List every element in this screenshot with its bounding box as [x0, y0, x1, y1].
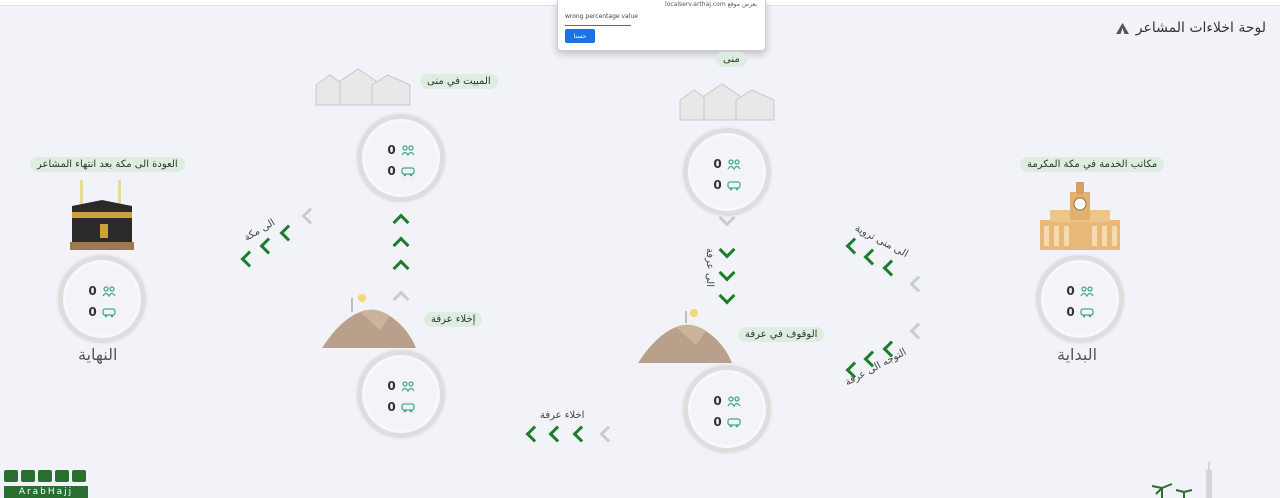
arrow-chevron-3	[882, 259, 900, 277]
mina-counter: 0 0	[683, 128, 771, 216]
arrow-chevron-10	[572, 425, 590, 443]
social-links	[4, 470, 86, 482]
route-arafat-evacuation-label: اخلاء عرفة	[540, 410, 585, 421]
dialog-input[interactable]	[565, 21, 631, 26]
tents-illustration	[679, 83, 775, 121]
start-title: البداية	[1057, 345, 1098, 364]
group-of-people-icon	[401, 380, 415, 392]
kaaba-illustration	[70, 180, 134, 250]
arrow-chevron-faded	[301, 207, 319, 225]
bus-icon	[1080, 307, 1094, 317]
palm-skyline-illustration	[1151, 462, 1212, 498]
route-to-makkah-label: الى مكة	[242, 217, 278, 244]
arrow-chevron-15	[392, 259, 410, 277]
bus-icon	[401, 166, 415, 176]
start-buses-count: 0	[1066, 305, 1075, 319]
arrow-chevron-13	[392, 213, 410, 231]
arafat-evac-label: إخلاء عرفة	[424, 312, 483, 327]
arrow-chevron-9	[718, 287, 736, 305]
group-of-people-icon	[1080, 285, 1094, 297]
end-counter: 0 0	[58, 255, 146, 343]
end-label: العودة الى مكة بعد انتهاء المشاعر	[30, 157, 185, 172]
bus-icon	[102, 307, 116, 317]
group-of-people-icon	[401, 144, 415, 156]
arrow-chevron-14	[392, 236, 410, 254]
start-label: مكاتب الخدمة في مكة المكرمة	[1020, 157, 1165, 172]
end-pilgrims-count: 0	[88, 284, 97, 298]
start-counter: 0 0	[1036, 255, 1124, 343]
start-pilgrims-count: 0	[1066, 284, 1075, 298]
arrow-chevron-16	[279, 224, 297, 242]
arafat-evac-pilgrims-count: 0	[387, 379, 396, 393]
mount-arafat-illustration	[638, 309, 732, 363]
tent-icon	[1115, 22, 1129, 34]
arrow-chevron-8	[718, 264, 736, 282]
arrow-chevron-7	[718, 241, 736, 259]
tents-illustration	[315, 68, 411, 106]
arrow-chevron-faded	[599, 425, 617, 443]
twitter-icon[interactable]	[4, 470, 18, 482]
mina-stay-label: المبيت في منى	[420, 74, 498, 89]
youtube-icon[interactable]	[72, 470, 86, 482]
dialog-origin: يعرض موقع localserv.arthaj.com	[665, 1, 757, 8]
arrow-chevron-faded	[909, 322, 927, 340]
mina-stay-pilgrims-count: 0	[387, 143, 396, 157]
end-title: النهاية	[78, 345, 118, 364]
facebook-icon[interactable]	[21, 470, 35, 482]
arrow-chevron-12	[525, 425, 543, 443]
arrow-chevron-faded	[909, 275, 927, 293]
mina-pilgrims-count: 0	[713, 157, 722, 171]
ok-button[interactable]: حسنا	[565, 29, 595, 43]
mina-label: منى	[716, 52, 747, 67]
arafat-label: الوقوف في عرفة	[738, 327, 825, 342]
alert-dialog: يعرض موقع localserv.arthaj.com wrong per…	[557, 0, 766, 51]
end-buses-count: 0	[88, 305, 97, 319]
mina-stay-buses-count: 0	[387, 164, 396, 178]
dialog-message: wrong percentage value	[565, 13, 638, 20]
group-of-people-icon	[727, 158, 741, 170]
mina-buses-count: 0	[713, 178, 722, 192]
arafat-pilgrims-count: 0	[713, 394, 722, 408]
route-to-mina-tarwiya-label: الى منى تروية	[852, 222, 910, 261]
arafat-evac-buses-count: 0	[387, 400, 396, 414]
arrow-chevron-2	[863, 248, 881, 266]
bus-icon	[401, 402, 415, 412]
arafat-buses-count: 0	[713, 415, 722, 429]
arrow-chevron-1	[845, 237, 863, 255]
bus-icon	[727, 417, 741, 427]
arrow-chevron-17	[259, 237, 277, 255]
page-title: لوحة اخلاءات المشاعر	[1115, 20, 1266, 36]
clock-tower-illustration	[1040, 182, 1120, 250]
route-mina-to-arafat-label: الى عرفة	[703, 248, 715, 287]
instagram-icon[interactable]	[38, 470, 52, 482]
group-of-people-icon	[727, 395, 741, 407]
brand-logo: ArabHajj	[4, 486, 88, 498]
arafat-counter: 0 0	[683, 365, 771, 453]
arafat-evac-counter: 0 0	[357, 350, 445, 438]
mina-stay-counter: 0 0	[357, 114, 445, 202]
page-title-text: لوحة اخلاءات المشاعر	[1135, 20, 1266, 36]
group-of-people-icon	[102, 285, 116, 297]
arrow-chevron-11	[548, 425, 566, 443]
arrow-chevron-18	[240, 250, 258, 268]
snapchat-icon[interactable]	[55, 470, 69, 482]
bus-icon	[727, 180, 741, 190]
